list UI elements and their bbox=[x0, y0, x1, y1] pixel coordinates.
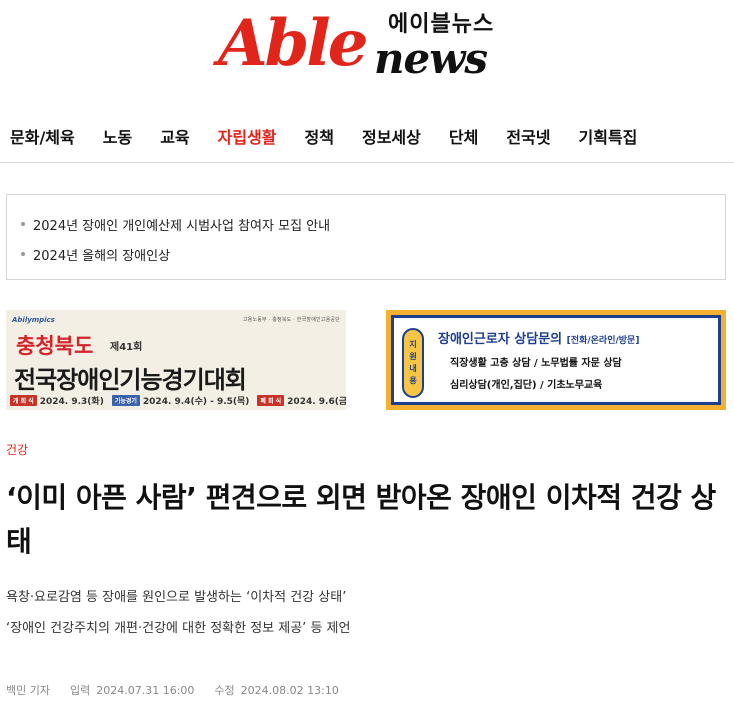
nav-item-labor[interactable]: 노동 bbox=[103, 124, 132, 148]
banner-region: 충청북도 bbox=[16, 333, 94, 358]
banner-line-1: 직장생활 고충 상담 / 노무법률 자문 상담 bbox=[450, 358, 622, 369]
logo-able-text: Able bbox=[218, 6, 368, 81]
nav-item-education[interactable]: 교육 bbox=[160, 124, 189, 148]
notice-item[interactable]: 2024년 올해의 장애인상 bbox=[21, 239, 711, 269]
article-headline: ‘이미 아픈 사람’ 편견으로 외면 받아온 장애인 이차적 건강 상태 bbox=[6, 481, 716, 558]
nav-item-culture[interactable]: 문화/체육 bbox=[10, 124, 75, 148]
banner-edition: 제41회 bbox=[110, 342, 143, 353]
opening-tag: 개 회 식 bbox=[10, 395, 37, 406]
banner-title: 장애인근로자 상담문의 [전화/온라인/방문] bbox=[438, 332, 640, 347]
logo-news-text: news bbox=[374, 34, 488, 83]
notice-text: 2024년 올해의 장애인상 bbox=[33, 248, 171, 264]
notice-box: 2024년 장애인 개인예산제 시범사업 참여자 모집 안내 2024년 올해의… bbox=[6, 194, 726, 280]
article-category[interactable]: 건강 bbox=[6, 441, 28, 458]
closing-tag: 폐 회 식 bbox=[257, 395, 285, 406]
bullet-icon bbox=[21, 222, 25, 226]
article-published: 입력 2024.07.31 16:00 bbox=[69, 684, 195, 697]
closing-date: 2024. 9.6(금) bbox=[287, 397, 346, 407]
article-meta: 백민 기자 입력 2024.07.31 16:00 수정 2024.08.02 13… bbox=[6, 682, 359, 698]
banner-dates: 개 회 식 2024. 9.3(화) 기능경기 2024. 9.4(수) - 9… bbox=[10, 394, 346, 407]
opening-date: 2024. 9.3(화) bbox=[39, 397, 104, 407]
banner-inner: 지 원 내 용 장애인근로자 상담문의 [전화/온라인/방문] 직장생활 고충 … bbox=[391, 315, 721, 405]
nav-item-special[interactable]: 기획특집 bbox=[579, 124, 638, 148]
nav-item-independent-living[interactable]: 자립생활 bbox=[218, 124, 277, 148]
nav-item-nationwide[interactable]: 전국넷 bbox=[506, 124, 550, 148]
article-subtitle: 욕창·요로감염 등 장애를 원인으로 발생하는 ‘이차적 건강 상태’ bbox=[6, 590, 347, 605]
article-author[interactable]: 백민 기자 bbox=[6, 682, 50, 698]
contest-tag: 기능경기 bbox=[111, 395, 140, 406]
site-logo[interactable]: Able 에이블뉴스 news bbox=[210, 10, 530, 86]
article-subtitle: ‘장애인 건강주치의 개편·건강에 대한 정확한 정보 제공’ 등 제언 bbox=[6, 621, 351, 636]
abilympics-logo: Abilympics bbox=[12, 316, 55, 324]
bullet-icon bbox=[21, 252, 25, 256]
notice-item[interactable]: 2024년 장애인 개인예산제 시범사업 참여자 모집 안내 bbox=[21, 209, 711, 239]
banner-organizers: 고용노동부 · 충청북도 · 한국장애인고용공단 bbox=[242, 317, 340, 323]
nav-divider bbox=[0, 162, 734, 163]
banner-title: 전국장애인기능경기대회 bbox=[14, 366, 247, 394]
banner-line-2: 심리상담(개인,집단) / 기초노무교육 bbox=[450, 380, 603, 391]
main-nav: 문화/체육 노동 교육 자립생활 정책 정보세상 단체 전국넷 기획특집 bbox=[0, 116, 734, 156]
nav-item-policy[interactable]: 정책 bbox=[305, 124, 334, 148]
contest-date: 2024. 9.4(수) - 9.5(목) bbox=[142, 397, 250, 407]
banner-title-sub: [전화/온라인/방문] bbox=[566, 336, 640, 346]
article-modified: 수정 2024.08.02 13:10 bbox=[214, 684, 339, 697]
support-label: 지 원 내 용 bbox=[402, 328, 424, 398]
notice-text: 2024년 장애인 개인예산제 시범사업 참여자 모집 안내 bbox=[33, 218, 331, 234]
abilympics-banner[interactable]: Abilympics 고용노동부 · 충청북도 · 한국장애인고용공단 충청북도… bbox=[6, 310, 346, 410]
nav-item-info[interactable]: 정보세상 bbox=[362, 124, 421, 148]
nav-item-organizations[interactable]: 단체 bbox=[449, 124, 478, 148]
logo-korean-text: 에이블뉴스 bbox=[388, 12, 495, 37]
counseling-banner[interactable]: 지 원 내 용 장애인근로자 상담문의 [전화/온라인/방문] 직장생활 고충 … bbox=[386, 310, 726, 410]
